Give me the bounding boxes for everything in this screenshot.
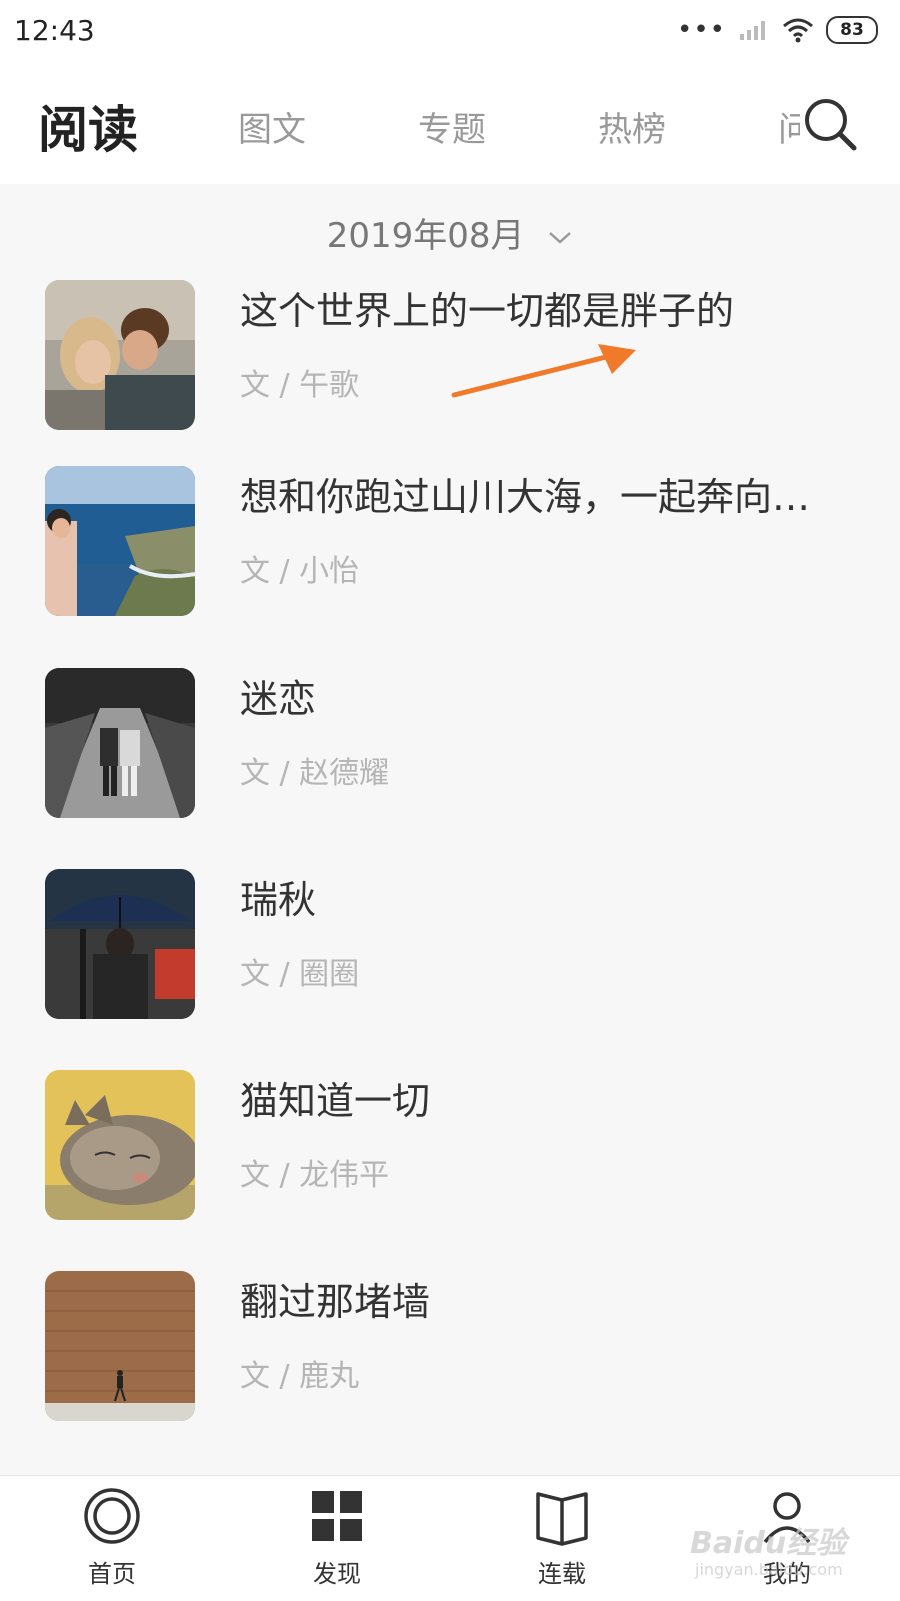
article-author: 文 / 圈圈 — [240, 957, 360, 992]
date-filter-label: 2019年08月 — [326, 216, 525, 256]
watermark-sub: jingyan.baidu.com — [695, 1560, 843, 1579]
nav-home[interactable]: 首页 — [52, 1486, 172, 1589]
wifi-icon — [783, 18, 813, 43]
tab-tuwen[interactable]: 图文 — [238, 102, 306, 151]
list-item[interactable]: 瑞秋 文 / 圈圈 — [0, 869, 900, 1019]
battery-icon: 83 — [826, 16, 878, 44]
article-author: 文 / 鹿丸 — [240, 1359, 360, 1394]
signal-icon — [740, 21, 765, 40]
top-header: 阅读 图文 专题 热榜 问 — [0, 64, 900, 184]
nav-discover-label: 发现 — [313, 1560, 361, 1588]
article-author: 文 / 小怡 — [240, 554, 360, 589]
article-title: 猫知道一切 — [240, 1079, 431, 1123]
article-title: 翻过那堵墙 — [240, 1280, 431, 1324]
nav-home-label: 首页 — [88, 1560, 136, 1588]
arrow-annotation — [451, 344, 636, 398]
list-item[interactable]: 迷恋 文 / 赵德耀 — [0, 668, 900, 818]
article-title: 这个世界上的一切都是胖子的 — [240, 289, 735, 333]
search-button[interactable] — [800, 94, 860, 154]
list-item[interactable]: 想和你跑过山川大海，一起奔向… 文 / 小怡 — [0, 466, 900, 616]
home-ring-icon — [84, 1488, 140, 1544]
article-author: 文 / 龙伟平 — [240, 1158, 390, 1193]
article-title: 瑞秋 — [240, 878, 317, 922]
grid-icon — [312, 1491, 362, 1541]
signal-dots: ••• — [676, 15, 726, 45]
page-title: 阅读 — [38, 101, 138, 159]
list-item[interactable]: 猫知道一切 文 / 龙伟平 — [0, 1070, 900, 1220]
list-item[interactable]: 翻过那堵墙 文 / 鹿丸 — [0, 1271, 900, 1421]
article-title: 想和你跑过山川大海，一起奔向… — [240, 475, 811, 519]
nav-discover[interactable]: 发现 — [277, 1486, 397, 1589]
watermark: Baidu经验 — [690, 1526, 847, 1561]
nav-serial[interactable]: 连载 — [502, 1486, 622, 1589]
status-bar: 12:43 ••• 83 — [0, 0, 900, 64]
tab-zhuanti[interactable]: 专题 — [418, 102, 486, 151]
couple-walking-road-photo — [45, 668, 195, 818]
status-time: 12:43 — [14, 14, 95, 47]
seaside-cliff-photo — [45, 466, 195, 616]
article-author: 文 / 赵德耀 — [240, 756, 390, 791]
nav-serial-label: 连载 — [538, 1560, 586, 1588]
sleeping-cat-photo — [45, 1070, 195, 1220]
brick-wall-photo — [45, 1271, 195, 1421]
search-icon — [805, 99, 857, 151]
chevron-down-icon — [549, 231, 572, 244]
article-title: 迷恋 — [240, 677, 317, 721]
tab-rebang[interactable]: 热榜 — [598, 102, 666, 151]
status-indicators: ••• 83 — [677, 16, 878, 44]
book-icon — [536, 1492, 588, 1546]
article-author: 文 / 午歌 — [240, 368, 360, 403]
couple-kissing-photo — [45, 280, 195, 430]
umbrella-street-photo — [45, 869, 195, 1019]
date-filter[interactable]: 2019年08月 — [0, 208, 900, 257]
